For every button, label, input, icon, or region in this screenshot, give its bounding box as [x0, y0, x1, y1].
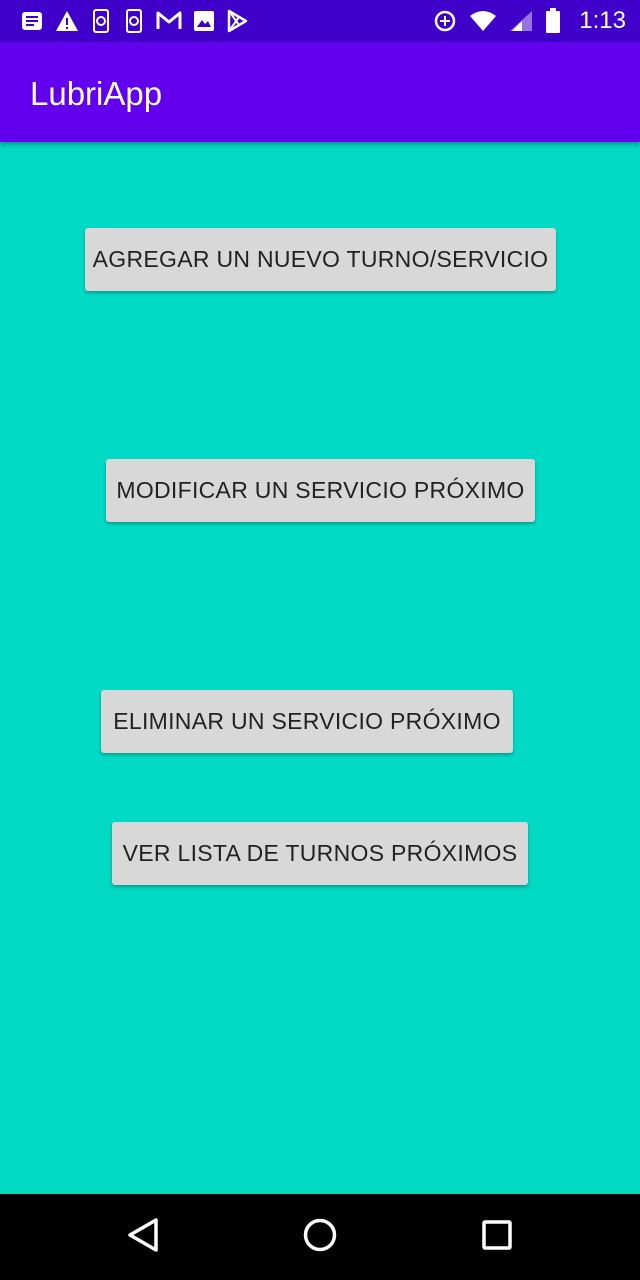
notification-icons [20, 8, 248, 34]
signal-icon [509, 10, 533, 32]
system-icons: 1:13 [433, 8, 626, 34]
navigation-bar [0, 1194, 640, 1280]
recents-icon [480, 1218, 514, 1257]
data-saver-icon [433, 9, 457, 33]
home-icon [302, 1217, 338, 1258]
back-icon [126, 1217, 160, 1258]
app-bar: LubriApp [0, 42, 640, 142]
notes-icon [20, 10, 44, 32]
main-content: AGREGAR UN NUEVO TURNO/SERVICIO MODIFICA… [0, 142, 640, 1194]
phone-sync-icon [90, 9, 112, 33]
recents-button[interactable] [474, 1214, 520, 1260]
phone-sync-icon [123, 9, 145, 33]
battery-icon [545, 8, 561, 34]
view-list-button[interactable]: VER LISTA DE TURNOS PRÓXIMOS [112, 822, 528, 885]
back-button[interactable] [120, 1214, 166, 1260]
modify-service-button[interactable]: MODIFICAR UN SERVICIO PRÓXIMO [106, 459, 535, 522]
delete-service-button[interactable]: ELIMINAR UN SERVICIO PRÓXIMO [101, 690, 513, 753]
gmail-icon [156, 11, 182, 31]
warning-icon [55, 10, 79, 32]
image-icon [193, 10, 215, 32]
status-bar: 1:13 [0, 0, 640, 42]
wifi-icon [469, 10, 497, 32]
play-store-icon [226, 9, 248, 33]
app-title: LubriApp [30, 75, 163, 112]
status-clock: 1:13 [579, 7, 626, 34]
home-button[interactable] [297, 1214, 343, 1260]
add-service-button[interactable]: AGREGAR UN NUEVO TURNO/SERVICIO [85, 228, 556, 291]
